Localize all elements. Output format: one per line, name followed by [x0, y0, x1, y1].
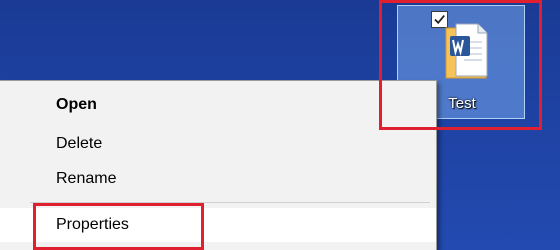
- menu-item-open[interactable]: Open: [0, 88, 436, 122]
- highlight-box-properties: [33, 203, 204, 250]
- menu-item-label: Rename: [56, 170, 117, 187]
- menu-item-delete[interactable]: Delete: [0, 127, 436, 161]
- menu-item-rename[interactable]: Rename: [0, 162, 436, 196]
- menu-item-label: Open: [56, 96, 97, 113]
- menu-item-label: Delete: [56, 135, 103, 152]
- highlight-box-icon: [379, 0, 542, 130]
